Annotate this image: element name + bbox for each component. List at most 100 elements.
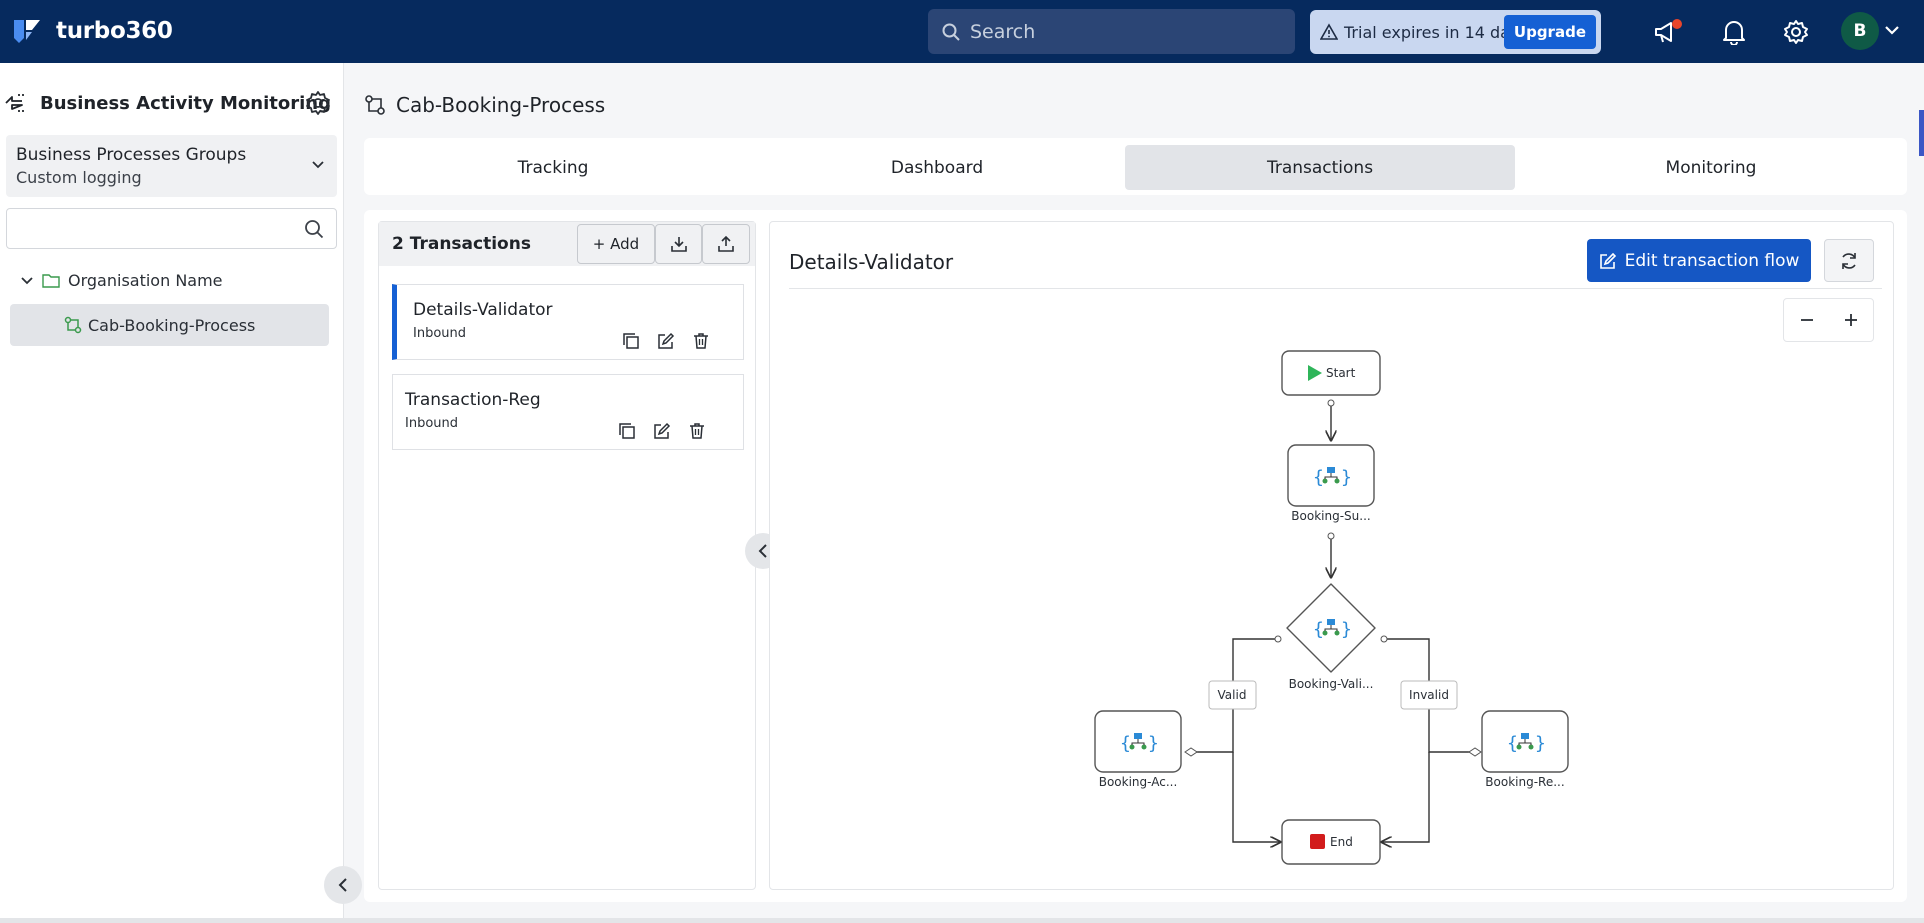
svg-text:}: } [1341,619,1352,640]
trial-text: Trial expires in 14 days [1344,22,1528,42]
transaction-name: Details-Validator [413,300,553,320]
end-node[interactable]: End [1281,819,1381,865]
tab-monitoring[interactable]: Monitoring [1524,145,1898,190]
flow-node-booking-submit[interactable]: { } Booking-Su... [1287,444,1375,523]
bell-icon [1723,21,1745,45]
left-sidebar: Business Activity Monitoring Business Pr… [0,63,344,923]
add-transaction-button[interactable]: + Add [577,224,655,264]
flow-node-booking-accept[interactable]: { } Booking-Ac... [1094,710,1182,789]
brand-logo[interactable]: turbo360 [12,16,173,46]
tree-child-label: Cab-Booking-Process [88,315,256,335]
settings-button[interactable] [1780,16,1812,48]
svg-text:{: { [1507,733,1518,754]
upload-icon [718,235,734,252]
brand-name: turbo360 [56,18,173,44]
flow-node-booking-validator[interactable]: { } Booking-Vali... [1286,583,1376,691]
tab-dashboard[interactable]: Dashboard [749,145,1125,190]
chevron-left-icon [758,544,767,558]
svg-text:{: { [1120,733,1131,754]
tree-root-label: Organisation Name [68,271,223,290]
search-icon [942,23,960,41]
group-subtitle: Custom logging [16,168,142,187]
import-button[interactable] [655,224,702,264]
process-icon [64,316,82,334]
upgrade-button[interactable]: Upgrade [1503,15,1596,49]
chevron-down-icon [21,276,33,284]
copy-icon[interactable] [618,422,636,440]
start-node[interactable]: Start [1281,350,1381,396]
trash-icon[interactable] [688,422,706,440]
transactions-count: 2 Transactions [392,234,531,254]
module-settings-gear-icon[interactable] [305,90,331,116]
tab-tracking[interactable]: Tracking [373,145,733,190]
user-avatar[interactable]: B [1841,12,1879,50]
svg-text:{: { [1313,619,1324,640]
transactions-list-panel: 2 Transactions + Add Details-Validator I… [378,221,756,890]
page-title: Cab-Booking-Process [396,93,606,117]
transaction-direction: Inbound [413,326,467,341]
process-icon [365,95,385,115]
tree-node-cab-booking-process[interactable]: Cab-Booking-Process [10,304,329,346]
edit-icon[interactable] [657,332,675,350]
port [1274,635,1282,643]
node-label: Booking-Re... [1485,775,1564,789]
turbo360-logo-icon [14,20,40,43]
svg-text:}: } [1341,467,1352,488]
bottom-edge [0,918,1924,923]
top-navigation-bar: turbo360 Search Trial expires in 14 days… [0,0,1924,63]
node-label: Booking-Vali... [1289,677,1374,691]
group-title: Business Processes Groups [16,145,247,165]
page-header: Cab-Booking-Process [364,93,605,117]
warning-icon [1320,23,1338,40]
port [1380,635,1388,643]
global-search-input[interactable]: Search [928,9,1295,54]
port [1327,399,1335,407]
tab-bar: Tracking Dashboard Transactions Monitori… [364,138,1907,195]
transactions-list-header: 2 Transactions + Add [379,222,755,266]
module-header: Business Activity Monitoring [4,91,331,115]
search-icon [305,220,324,239]
gear-icon [1784,20,1808,44]
search-placeholder: Search [970,20,1036,43]
transaction-item[interactable]: Transaction-Reg Inbound [392,374,744,450]
copy-icon[interactable] [622,332,640,350]
megaphone-icon [1655,19,1682,43]
svg-text:}: } [1148,733,1159,754]
edit-icon[interactable] [653,422,671,440]
transaction-item[interactable]: Details-Validator Inbound [392,284,744,360]
svg-text:Invalid: Invalid [1409,688,1449,702]
export-button[interactable] [702,224,750,264]
notifications-button[interactable] [1718,16,1750,48]
svg-text:{: { [1313,467,1324,488]
port [1327,532,1335,540]
node-label: Booking-Ac... [1099,775,1178,789]
sidebar-search-input[interactable] [6,208,337,249]
transaction-name: Transaction-Reg [405,390,541,410]
activity-flow-icon [5,94,26,112]
group-selector[interactable]: Business Processes Groups Custom logging [6,135,337,197]
connector [1232,752,1280,842]
download-icon [670,237,687,252]
folder-icon [42,274,60,288]
module-title: Business Activity Monitoring [40,92,331,114]
chevron-down-icon [312,161,324,169]
announcements-button[interactable] [1652,16,1684,48]
branch-label-invalid: Invalid [1400,680,1458,710]
svg-text:Valid: Valid [1218,688,1247,702]
chevron-down-icon[interactable] [1884,20,1900,42]
tab-transactions[interactable]: Transactions [1125,145,1515,190]
flow-node-booking-reject[interactable]: { } Booking-Re... [1481,710,1569,789]
connector [1382,752,1430,842]
branch-label-valid: Valid [1208,680,1257,710]
transaction-details-panel: Details-Validator Edit transaction flow [769,221,1894,890]
port [1468,747,1482,757]
port [1184,747,1198,757]
transaction-flow-diagram: Start { } Booking-Su... { } Booking-Vali… [1094,350,1569,865]
chevron-left-icon [338,878,347,892]
node-label: Booking-Su... [1291,509,1370,523]
tree-node-organisation[interactable]: Organisation Name [20,271,223,290]
collapse-sidebar-button[interactable] [324,866,362,904]
trash-icon[interactable] [692,332,710,350]
start-label: Start [1326,366,1356,380]
scrollbar-thumb[interactable] [1919,110,1924,156]
